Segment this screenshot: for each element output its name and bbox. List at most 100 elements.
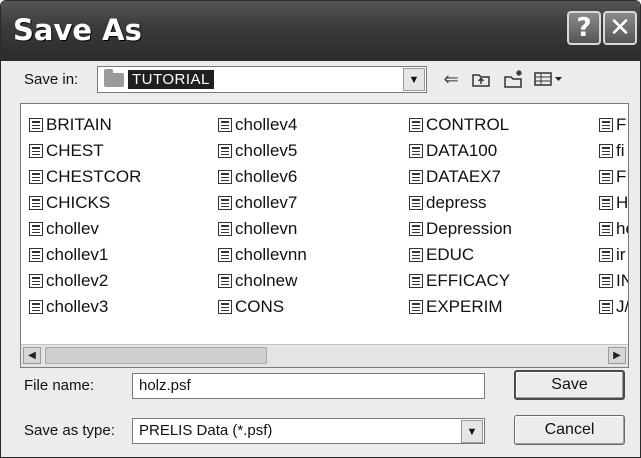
file-name: ir xyxy=(616,245,626,264)
save-in-label: Save in: xyxy=(24,71,79,88)
file-item[interactable]: CHEST xyxy=(29,138,141,164)
file-icon xyxy=(218,222,232,236)
file-item[interactable]: ir xyxy=(599,242,628,268)
file-item[interactable]: EFFICACY xyxy=(409,268,512,294)
cancel-button[interactable]: Cancel xyxy=(514,415,625,445)
file-item[interactable]: chollevn xyxy=(218,216,307,242)
file-item[interactable]: BRITAIN xyxy=(29,112,141,138)
file-item[interactable]: chollev5 xyxy=(218,138,307,164)
file-item[interactable]: depress xyxy=(409,190,512,216)
file-item[interactable]: F: xyxy=(599,164,628,190)
file-icon xyxy=(218,144,232,158)
file-icon xyxy=(218,170,232,184)
file-name: Depression xyxy=(426,219,512,238)
file-name: cholnew xyxy=(235,271,298,290)
file-item[interactable]: chollev7 xyxy=(218,190,307,216)
file-name: chollev7 xyxy=(235,193,298,212)
file-item[interactable]: CHICKS xyxy=(29,190,141,216)
file-column: chollev4 chollev5 chollev6 chollev7 chollevn… xyxy=(218,112,307,320)
chevron-down-icon[interactable]: ▼ xyxy=(461,420,483,443)
file-name: EFFICACY xyxy=(426,271,511,290)
scroll-right-icon[interactable]: ▶ xyxy=(608,347,626,364)
chevron-down-icon[interactable]: ▼ xyxy=(403,68,425,91)
close-button[interactable]: ✕ xyxy=(603,11,637,45)
file-name: CHICKS xyxy=(46,193,111,212)
file-name-input[interactable]: holz.psf xyxy=(132,373,485,399)
file-item[interactable]: chollev1 xyxy=(29,242,141,268)
file-item[interactable]: DATAEX7 xyxy=(409,164,512,190)
file-name: chollev6 xyxy=(235,167,298,186)
up-folder-icon[interactable] xyxy=(468,67,494,91)
file-icon xyxy=(29,170,43,184)
file-item[interactable]: EDUC xyxy=(409,242,512,268)
file-name: chollev2 xyxy=(46,271,109,290)
scroll-left-icon[interactable]: ◀ xyxy=(23,347,41,364)
file-item[interactable]: F: xyxy=(599,112,628,138)
file-name: CHESTCOR xyxy=(46,167,142,186)
file-icon xyxy=(409,248,423,262)
file-item[interactable]: he xyxy=(599,216,628,242)
file-name: J/ xyxy=(616,297,629,316)
file-name: CONS xyxy=(235,297,285,316)
help-button[interactable]: ? xyxy=(567,11,601,45)
file-item[interactable]: cholnew xyxy=(218,268,307,294)
file-name: CONTROL xyxy=(426,115,510,134)
file-name-label: File name: xyxy=(24,377,95,394)
save-in-dropdown[interactable]: TUTORIAL ▼ xyxy=(97,66,427,93)
file-item[interactable]: CONS xyxy=(218,294,307,320)
save-as-type-dropdown[interactable]: PRELIS Data (*.psf) ▼ xyxy=(132,418,485,444)
file-item[interactable]: chollev2 xyxy=(29,268,141,294)
back-icon[interactable]: ⇐ xyxy=(439,67,463,91)
folder-icon xyxy=(104,68,124,87)
file-name: fi xyxy=(616,141,625,160)
file-icon xyxy=(29,248,43,262)
save-button[interactable]: Save xyxy=(514,370,625,400)
file-icon xyxy=(29,274,43,288)
file-icon xyxy=(29,118,43,132)
file-name: F: xyxy=(616,115,628,134)
file-list[interactable]: BRITAIN CHEST CHESTCOR CHICKS chollev chollev… xyxy=(20,103,629,368)
file-item[interactable]: chollev6 xyxy=(218,164,307,190)
file-item[interactable]: EXPERIM xyxy=(409,294,512,320)
views-menu-icon[interactable] xyxy=(531,67,567,91)
title-bar: Save As ? ✕ xyxy=(1,1,640,61)
save-as-type-label: Save as type: xyxy=(24,422,115,439)
file-name: chollev3 xyxy=(46,297,109,316)
file-name: depress xyxy=(426,193,487,212)
file-icon xyxy=(218,300,232,314)
file-item[interactable]: CHESTCOR xyxy=(29,164,141,190)
horizontal-scrollbar[interactable]: ◀ ▶ xyxy=(21,344,628,367)
file-item[interactable]: chollev3 xyxy=(29,294,141,320)
file-icon xyxy=(409,118,423,132)
file-icon xyxy=(599,274,613,288)
file-item[interactable]: DATA100 xyxy=(409,138,512,164)
scrollbar-thumb[interactable] xyxy=(45,347,267,364)
file-icon xyxy=(599,170,613,184)
file-name: EDUC xyxy=(426,245,475,264)
dialog-title: Save As xyxy=(13,13,142,47)
file-item[interactable]: chollev4 xyxy=(218,112,307,138)
save-as-dialog: Save As ? ✕ Save in: TUTORIAL ▼ ⇐ BRITAI… xyxy=(0,0,641,458)
file-column: CONTROL DATA100 DATAEX7 depress Depression ED… xyxy=(409,112,512,320)
file-item[interactable]: Depression xyxy=(409,216,512,242)
file-item[interactable]: J/ xyxy=(599,294,629,320)
file-name: CHEST xyxy=(46,141,104,160)
file-name: chollev xyxy=(46,219,99,238)
file-icon xyxy=(599,144,613,158)
file-icon xyxy=(218,118,232,132)
file-icon xyxy=(218,274,232,288)
file-icon xyxy=(409,222,423,236)
file-name: chollev4 xyxy=(235,115,298,134)
file-item[interactable]: fi xyxy=(599,138,628,164)
file-icon xyxy=(599,248,613,262)
file-icon xyxy=(409,300,423,314)
file-item[interactable]: H xyxy=(599,190,628,216)
file-item[interactable]: chollevnn xyxy=(218,242,307,268)
file-icon xyxy=(29,300,43,314)
file-item[interactable]: chollev xyxy=(29,216,141,242)
file-item[interactable]: IN xyxy=(599,268,628,294)
file-item[interactable]: CONTROL xyxy=(409,112,512,138)
file-icon xyxy=(599,300,613,314)
new-folder-icon[interactable] xyxy=(501,67,527,91)
file-name: chollevn xyxy=(235,219,298,238)
